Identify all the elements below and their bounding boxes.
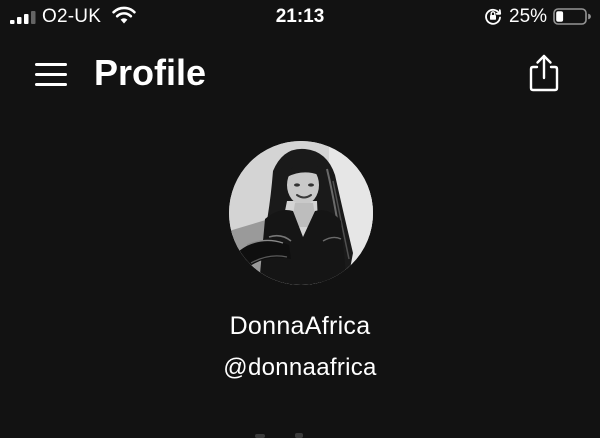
battery-percentage: 25% — [509, 6, 548, 27]
battery-icon — [553, 8, 591, 25]
share-icon — [529, 54, 559, 92]
hamburger-menu-icon — [35, 63, 67, 86]
rotation-lock-icon — [485, 8, 502, 25]
status-bar: O2-UK 21:13 25% — [0, 0, 600, 34]
share-button[interactable] — [522, 52, 566, 94]
profile-display-name: DonnaAfrica — [229, 312, 371, 340]
profile-handle: @donnaafrica — [223, 354, 377, 381]
content-below-fold — [255, 433, 303, 438]
profile-photo — [229, 141, 373, 285]
page-title: Profile — [94, 52, 207, 93]
avatar[interactable] — [229, 141, 373, 285]
menu-button[interactable] — [33, 59, 71, 89]
